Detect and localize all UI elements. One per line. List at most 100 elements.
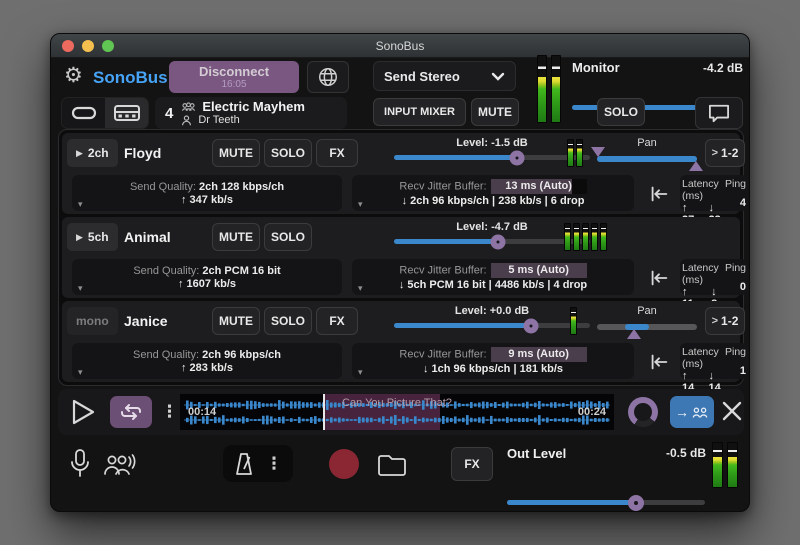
- send-quality-panel[interactable]: ▾ Send Quality: 2ch PCM 16 bit ↑ 1607 kb…: [72, 259, 342, 295]
- peer-row-floyd: ▶ 2ch Floyd MUTE SOLO FX Level: -1.5 dB …: [62, 133, 740, 214]
- app-name: SonoBus: [93, 68, 168, 88]
- jitter-reset-button[interactable]: [644, 265, 674, 291]
- latency-label: Latency (ms): [682, 262, 725, 286]
- player-gain-knob[interactable]: [628, 397, 658, 427]
- jitter-label: Recv Jitter Buffer:: [399, 264, 486, 276]
- ping-value: 1: [740, 365, 746, 377]
- destination-channels-button[interactable]: > 1-2: [705, 307, 745, 335]
- zoom-window-button[interactable]: [102, 40, 114, 52]
- recv-info: ↓ 5ch PCM 16 bit | 4486 kb/s | 4 drop: [399, 279, 587, 291]
- level-slider-knob[interactable]: [510, 150, 525, 165]
- main-mute-button[interactable]: MUTE: [471, 98, 519, 126]
- send-file-to-group-button[interactable]: →: [670, 396, 714, 428]
- peer-solo-button[interactable]: SOLO: [264, 307, 312, 335]
- chat-button[interactable]: [695, 97, 743, 129]
- peer-solo-button[interactable]: SOLO: [264, 223, 312, 251]
- peer-fx-button[interactable]: FX: [316, 139, 358, 167]
- input-mixer-button[interactable]: INPUT MIXER: [373, 98, 466, 126]
- jitter-panel[interactable]: ▾ Recv Jitter Buffer:13 ms (Auto) ↓ 2ch …: [352, 175, 634, 211]
- player-menu-button[interactable]: ⋮: [161, 402, 178, 422]
- pan-label: Pan: [597, 137, 697, 149]
- output-meters: [712, 442, 738, 488]
- peer-mute-button[interactable]: MUTE: [212, 139, 260, 167]
- jitter-value-box[interactable]: 5 ms (Auto): [491, 263, 587, 278]
- record-button[interactable]: [329, 449, 359, 479]
- waveform[interactable]: Can You Picture That? 00:14 00:24: [180, 394, 614, 430]
- level-slider-knob[interactable]: [524, 318, 539, 333]
- peer-mute-button[interactable]: MUTE: [212, 307, 260, 335]
- peer-count: 4: [165, 105, 173, 122]
- pan-label: Pan: [597, 305, 697, 317]
- out-level-knob[interactable]: [628, 495, 644, 511]
- caret-down-icon: ▾: [78, 283, 83, 294]
- caret-down-icon: ▾: [358, 367, 363, 378]
- jitter-panel[interactable]: ▾ Recv Jitter Buffer:9 ms (Auto) ↓ 1ch 9…: [352, 343, 634, 379]
- output-fx-button[interactable]: FX: [451, 447, 493, 481]
- globe-icon: [317, 66, 339, 88]
- play-icon: [70, 398, 96, 426]
- metronome-icon[interactable]: [234, 452, 254, 476]
- pan-left-handle[interactable]: [591, 147, 605, 157]
- send-mode-dropdown[interactable]: Send Stereo: [373, 61, 516, 91]
- level-label: Level: +0.0 dB: [394, 305, 590, 317]
- user-name: Dr Teeth: [198, 114, 239, 127]
- peer-fx-button[interactable]: FX: [316, 307, 358, 335]
- caret-down-icon: ▾: [78, 367, 83, 378]
- caret-right-icon: ▶: [76, 232, 83, 243]
- channel-count: 5ch: [88, 230, 109, 244]
- level-slider-knob[interactable]: [490, 234, 505, 249]
- view-toggle: [61, 97, 149, 129]
- jitter-value-box[interactable]: 13 ms (Auto): [491, 179, 587, 194]
- peer-solo-button[interactable]: SOLO: [264, 139, 312, 167]
- settings-gear-icon[interactable]: ⚙: [64, 65, 83, 86]
- send-quality-panel[interactable]: ▾ Send Quality: 2ch 128 kbps/ch ↑ 347 kb…: [72, 175, 342, 211]
- destination-channels-button[interactable]: > 1-2: [705, 139, 745, 167]
- level-slider[interactable]: [394, 239, 590, 244]
- channel-expand-button[interactable]: ▶ 2ch: [67, 139, 118, 167]
- close-window-button[interactable]: [62, 40, 74, 52]
- main-solo-button[interactable]: SOLO: [597, 98, 645, 126]
- peer-mute-button[interactable]: MUTE: [212, 223, 260, 251]
- latency-panel: Latency (ms) ↑ 14↓ 14 Ping 1: [680, 343, 748, 379]
- jitter-panel[interactable]: ▾ Recv Jitter Buffer:5 ms (Auto) ↓ 5ch P…: [352, 259, 634, 295]
- loop-button[interactable]: [110, 396, 152, 428]
- window-title: SonoBus: [376, 39, 425, 53]
- minimal-view-button[interactable]: [62, 98, 105, 128]
- input-monitor-button[interactable]: [69, 448, 91, 480]
- time-total: 00:24: [578, 406, 606, 418]
- send-rate: ↑ 1607 kb/s: [178, 278, 236, 290]
- pan-slider[interactable]: [597, 156, 697, 162]
- disconnect-button[interactable]: Disconnect 16:05: [169, 61, 299, 93]
- level-slider[interactable]: [394, 155, 590, 160]
- play-button[interactable]: [70, 398, 96, 426]
- latency-label: Latency (ms): [682, 346, 725, 370]
- app-window: SonoBus ⚙ SonoBus Disconnect 16:05 Send …: [50, 33, 750, 512]
- minimal-view-icon: [71, 106, 97, 120]
- jitter-label: Recv Jitter Buffer:: [399, 348, 486, 360]
- jitter-value-box[interactable]: 9 ms (Auto): [491, 347, 587, 362]
- group-info[interactable]: 4 Electric Mayhem Dr Teeth: [155, 97, 347, 129]
- channel-expand-button[interactable]: ▶ 5ch: [67, 223, 118, 251]
- mixer-view-button[interactable]: [105, 98, 148, 128]
- jitter-reset-button[interactable]: [644, 349, 674, 375]
- out-level-slider[interactable]: [507, 500, 705, 505]
- meter-bar: [551, 55, 561, 123]
- jitter-reset-button[interactable]: [644, 181, 674, 207]
- peer-meters: [564, 223, 607, 251]
- channel-mode-button[interactable]: mono: [67, 307, 118, 335]
- hear-others-button[interactable]: [103, 452, 137, 478]
- minimize-window-button[interactable]: [82, 40, 94, 52]
- metronome-menu-button[interactable]: ⋮: [266, 454, 283, 474]
- open-file-button[interactable]: [377, 453, 407, 477]
- connect-server-button[interactable]: [307, 61, 349, 93]
- pan-right-handle[interactable]: [689, 161, 703, 171]
- close-player-button[interactable]: [720, 399, 744, 423]
- titlebar[interactable]: SonoBus: [51, 34, 749, 58]
- peer-name: Animal: [124, 229, 171, 245]
- session-timer: 16:05: [221, 79, 246, 90]
- send-quality-value: 2ch PCM 16 bit: [202, 265, 280, 277]
- pan-handle[interactable]: [627, 329, 641, 339]
- pan-slider[interactable]: [597, 324, 697, 330]
- send-quality-panel[interactable]: ▾ Send Quality: 2ch 96 kbps/ch ↑ 283 kb/…: [72, 343, 342, 379]
- level-slider[interactable]: [394, 323, 590, 328]
